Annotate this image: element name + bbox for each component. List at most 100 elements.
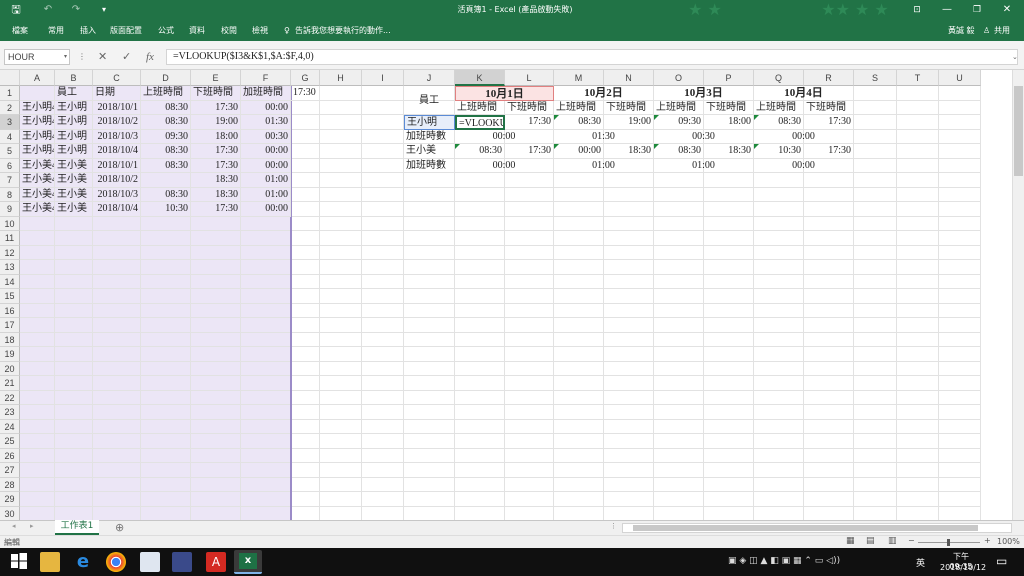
grid-cell[interactable]: [320, 86, 362, 101]
grid-cell[interactable]: [55, 448, 93, 463]
grid-cell[interactable]: [854, 376, 897, 391]
grid-cell[interactable]: [554, 231, 604, 246]
share-button[interactable]: 共用: [994, 20, 1010, 41]
table-cell[interactable]: 王小美43374: [20, 158, 55, 173]
grid-cell[interactable]: [854, 419, 897, 434]
table-cell[interactable]: 2018/10/2: [93, 173, 141, 188]
grid-cell[interactable]: [754, 216, 804, 231]
employee-label[interactable]: 王小明: [404, 115, 455, 130]
grid-cell[interactable]: [191, 477, 241, 492]
grid-cell[interactable]: [604, 231, 654, 246]
grid-cell[interactable]: [505, 303, 554, 318]
column-header-n[interactable]: N: [604, 70, 654, 86]
table-cell[interactable]: 17:30: [191, 100, 241, 115]
grid-cell[interactable]: [320, 274, 362, 289]
insert-function-icon[interactable]: fx: [146, 49, 154, 65]
grid-cell[interactable]: [455, 173, 505, 188]
grid-cell[interactable]: [654, 405, 704, 420]
grid-cell[interactable]: [455, 318, 505, 333]
grid-cell[interactable]: [754, 332, 804, 347]
grid-cell[interactable]: [804, 376, 854, 391]
excel-taskbar-icon[interactable]: x: [234, 550, 262, 574]
grid-cell[interactable]: [362, 434, 404, 449]
grid-cell[interactable]: [939, 390, 981, 405]
grid-cell[interactable]: [654, 274, 704, 289]
grid-cell[interactable]: [854, 434, 897, 449]
table-cell[interactable]: 王小明43377: [20, 144, 55, 159]
grid-cell[interactable]: [55, 463, 93, 478]
grid-cell[interactable]: [20, 86, 55, 101]
grid-cell[interactable]: [362, 303, 404, 318]
grid-cell[interactable]: [505, 405, 554, 420]
grid-cell[interactable]: [854, 231, 897, 246]
grid-cell[interactable]: [191, 303, 241, 318]
grid-cell[interactable]: [939, 506, 981, 520]
grid-cell[interactable]: [55, 289, 93, 304]
employee-header[interactable]: 員工: [404, 86, 455, 115]
grid-cell[interactable]: [55, 376, 93, 391]
grid-cell[interactable]: [854, 318, 897, 333]
grid-cell[interactable]: [704, 434, 754, 449]
table-cell[interactable]: 10:30: [141, 202, 191, 217]
grid-cell[interactable]: [362, 289, 404, 304]
end-time-header[interactable]: 下班時間: [505, 100, 554, 115]
grid-cell[interactable]: [20, 448, 55, 463]
table-header[interactable]: 日期: [93, 86, 141, 101]
grid-cell[interactable]: [20, 245, 55, 260]
grid-cell[interactable]: [455, 216, 505, 231]
grid-cell[interactable]: [604, 245, 654, 260]
row-header-29[interactable]: 29: [0, 492, 20, 507]
table-cell[interactable]: 08:30: [141, 158, 191, 173]
grid-cell[interactable]: [854, 245, 897, 260]
page-layout-view-icon[interactable]: ▤: [866, 536, 875, 546]
grid-cell[interactable]: [291, 303, 320, 318]
grid-cell[interactable]: [854, 463, 897, 478]
grid-cell[interactable]: [804, 448, 854, 463]
grid-cell[interactable]: [404, 260, 455, 275]
grid-cell[interactable]: [654, 376, 704, 391]
grid-cell[interactable]: [93, 405, 141, 420]
grid-cell[interactable]: [320, 173, 362, 188]
grid-cell[interactable]: [939, 173, 981, 188]
grid-cell[interactable]: [191, 318, 241, 333]
grid-cell[interactable]: [804, 260, 854, 275]
grid-cell[interactable]: [141, 260, 191, 275]
grid-cell[interactable]: [291, 115, 320, 130]
column-header-q[interactable]: Q: [754, 70, 804, 86]
grid-cell[interactable]: [320, 260, 362, 275]
worksheet-grid[interactable]: A B C D E F G H I J K L M N O P Q R S T U 1 2 3 4 5 6 7 8 9 10 11 12 13 14…: [0, 70, 1012, 520]
grid-cell[interactable]: [604, 274, 654, 289]
grid-cell[interactable]: [141, 477, 191, 492]
grid-cell[interactable]: [362, 115, 404, 130]
grid-cell[interactable]: [897, 289, 939, 304]
grid-cell[interactable]: [291, 405, 320, 420]
grid-cell[interactable]: [320, 361, 362, 376]
row-header-16[interactable]: 16: [0, 303, 20, 318]
row-header-18[interactable]: 18: [0, 332, 20, 347]
grid-cell[interactable]: [241, 419, 291, 434]
grid-cell[interactable]: [93, 477, 141, 492]
grid-cell[interactable]: [93, 260, 141, 275]
date-header[interactable]: 10月1日: [455, 86, 554, 101]
grid-cell[interactable]: [291, 274, 320, 289]
pdf-reader-icon[interactable]: A: [206, 552, 226, 572]
grid-cell[interactable]: [291, 187, 320, 202]
date-header[interactable]: 10月2日: [554, 86, 654, 101]
table-header[interactable]: 上班時間: [141, 86, 191, 101]
grid-cell[interactable]: [897, 477, 939, 492]
vertical-scrollbar[interactable]: [1012, 70, 1024, 520]
grid-cell[interactable]: [320, 303, 362, 318]
grid-cell[interactable]: [854, 347, 897, 362]
grid-cell[interactable]: [604, 448, 654, 463]
grid-cell[interactable]: [939, 115, 981, 130]
tab-home[interactable]: 常用: [48, 20, 64, 41]
grid-cell[interactable]: [939, 144, 981, 159]
time-cell[interactable]: 17:30: [505, 115, 554, 130]
table-cell[interactable]: 19:00: [191, 115, 241, 130]
grid-cell[interactable]: [804, 361, 854, 376]
grid-cell[interactable]: [191, 231, 241, 246]
clock-date[interactable]: 2018/10/12: [940, 563, 986, 572]
grid-cell[interactable]: [241, 274, 291, 289]
grid-cell[interactable]: [320, 492, 362, 507]
grid-cell[interactable]: [404, 405, 455, 420]
